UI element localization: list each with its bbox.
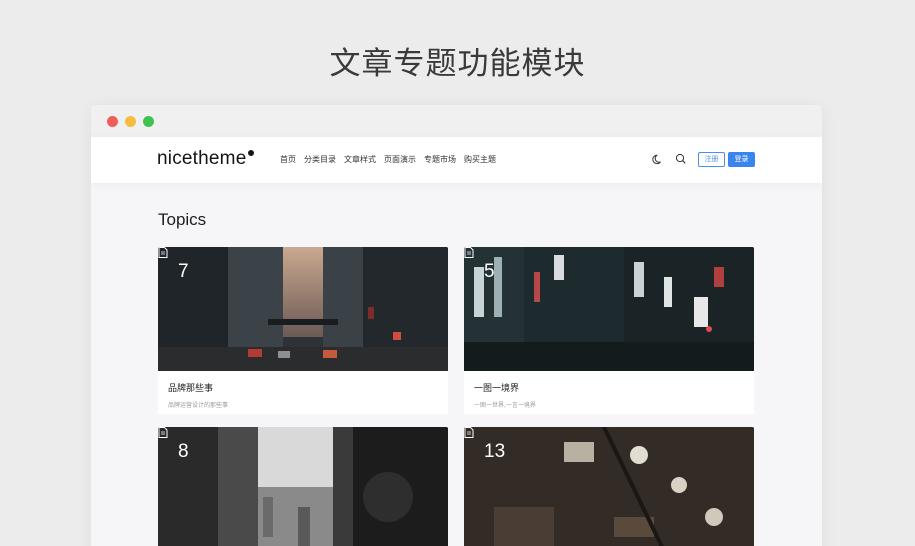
topic-post-count: 5 <box>484 261 495 282</box>
topic-post-count: 7 <box>178 261 189 282</box>
document-icon <box>464 427 474 438</box>
browser-window: nicetheme 首页 分类目录 文章样式 页面演示 专题市场 购买主题 注册… <box>91 105 822 546</box>
nav-item-topic-market[interactable]: 专题市场 <box>424 154 456 165</box>
maximize-window-dot[interactable] <box>143 116 154 127</box>
page-heading: 文章专题功能模块 <box>329 46 586 82</box>
section-title: Topics <box>158 210 207 229</box>
close-window-dot[interactable] <box>107 116 118 127</box>
register-button[interactable]: 注册 <box>698 152 725 167</box>
document-icon <box>464 247 474 258</box>
nav-item-home[interactable]: 首页 <box>280 154 296 165</box>
nav-item-post-styles[interactable]: 文章样式 <box>344 154 376 165</box>
moon-icon[interactable] <box>651 152 665 166</box>
site-navbar: nicetheme 首页 分类目录 文章样式 页面演示 专题市场 购买主题 注册… <box>91 137 822 183</box>
topic-card[interactable]: 8 <box>158 427 448 546</box>
topic-cover-image: 13 <box>464 427 754 546</box>
nav-item-buy-theme[interactable]: 购买主题 <box>464 154 496 165</box>
topic-post-count: 8 <box>178 441 189 462</box>
topic-cover-image: 8 <box>158 427 448 546</box>
main-menu: 首页 分类目录 文章样式 页面演示 专题市场 购买主题 <box>280 154 496 165</box>
document-icon <box>158 427 168 438</box>
topic-cover-image: 7 <box>158 247 448 371</box>
search-icon[interactable] <box>674 152 688 166</box>
topic-title[interactable]: 一图一境界 <box>474 381 744 394</box>
login-button[interactable]: 登录 <box>728 152 755 167</box>
window-titlebar <box>91 105 822 137</box>
logo-dot-icon <box>248 150 254 156</box>
topic-title[interactable]: 品牌那些事 <box>168 381 438 394</box>
nav-item-categories[interactable]: 分类目录 <box>304 154 336 165</box>
document-icon <box>158 247 168 258</box>
nav-item-page-demo[interactable]: 页面演示 <box>384 154 416 165</box>
topic-cover-image: 5 <box>464 247 754 371</box>
topic-post-count: 13 <box>484 441 506 462</box>
topic-description: 品牌运营设计的那些事 <box>168 402 229 409</box>
minimize-window-dot[interactable] <box>125 116 136 127</box>
topic-description: 一图一世界,一言一境界 <box>474 402 536 409</box>
topic-card[interactable]: 13 <box>464 427 754 546</box>
site-logo[interactable]: nicetheme <box>157 148 246 170</box>
topic-card[interactable]: 7 品牌那些事 品牌运营设计的那些事 <box>158 247 448 414</box>
topic-card[interactable]: 5 一图一境界 一图一世界,一言一境界 <box>464 247 754 414</box>
